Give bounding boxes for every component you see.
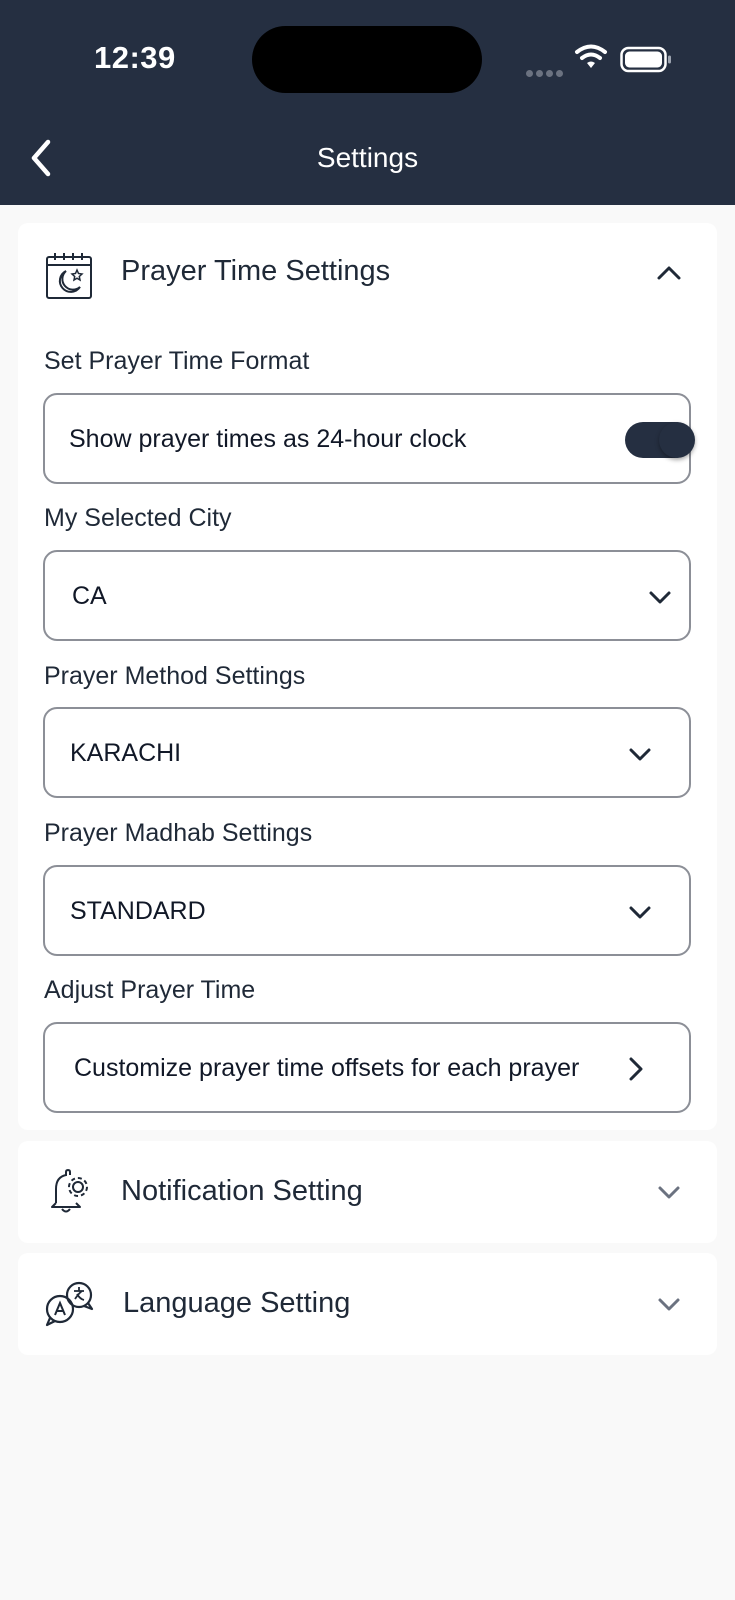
wifi-icon xyxy=(575,44,607,68)
battery-icon xyxy=(620,46,671,73)
chevron-up-icon[interactable] xyxy=(654,258,684,288)
city-value: CA xyxy=(72,582,107,610)
chevron-down-icon[interactable] xyxy=(654,1177,684,1207)
dynamic-island xyxy=(252,26,482,93)
chevron-right-icon xyxy=(629,1057,643,1081)
language-bubbles-icon xyxy=(45,1281,94,1327)
adjust-text: Customize prayer time offsets for each p… xyxy=(74,1054,580,1082)
chevron-down-icon[interactable] xyxy=(654,1289,684,1319)
time-format-text: Show prayer times as 24-hour clock xyxy=(69,425,467,453)
cellular-signal-icon xyxy=(526,64,566,82)
city-select[interactable]: CA xyxy=(43,550,691,641)
prayer-settings-card: Prayer Time Settings Set Prayer Time For… xyxy=(18,223,717,1130)
24-hour-toggle[interactable] xyxy=(625,422,695,458)
time-format-label: Set Prayer Time Format xyxy=(44,347,310,375)
language-settings-title: Language Setting xyxy=(123,1287,351,1319)
method-select[interactable]: KARACHI xyxy=(43,707,691,798)
madhab-select[interactable]: STANDARD xyxy=(43,865,691,956)
page-title: Settings xyxy=(316,142,419,173)
method-value: KARACHI xyxy=(70,739,182,767)
prayer-settings-header[interactable]: Prayer Time Settings xyxy=(18,223,717,323)
status-time: 12:39 xyxy=(94,40,176,75)
notification-settings-card[interactable]: Notification Setting xyxy=(18,1141,717,1243)
madhab-label: Prayer Madhab Settings xyxy=(44,819,313,847)
calendar-moon-icon xyxy=(46,253,92,299)
toggle-knob xyxy=(659,422,695,458)
header-bar: 12:39 Settings xyxy=(0,0,735,205)
city-label: My Selected City xyxy=(44,504,232,532)
adjust-prayer-time-row[interactable]: Customize prayer time offsets for each p… xyxy=(43,1022,691,1113)
prayer-settings-title: Prayer Time Settings xyxy=(121,255,391,287)
language-settings-card[interactable]: Language Setting xyxy=(18,1253,717,1355)
chevron-down-icon xyxy=(629,748,651,761)
method-label: Prayer Method Settings xyxy=(44,662,306,690)
adjust-label: Adjust Prayer Time xyxy=(44,976,256,1004)
notification-settings-title: Notification Setting xyxy=(121,1175,363,1207)
chevron-down-icon xyxy=(629,906,651,919)
madhab-value: STANDARD xyxy=(70,897,206,925)
chevron-down-icon xyxy=(649,591,671,604)
bell-gear-icon xyxy=(51,1168,88,1213)
time-format-row: Show prayer times as 24-hour clock xyxy=(43,393,695,484)
